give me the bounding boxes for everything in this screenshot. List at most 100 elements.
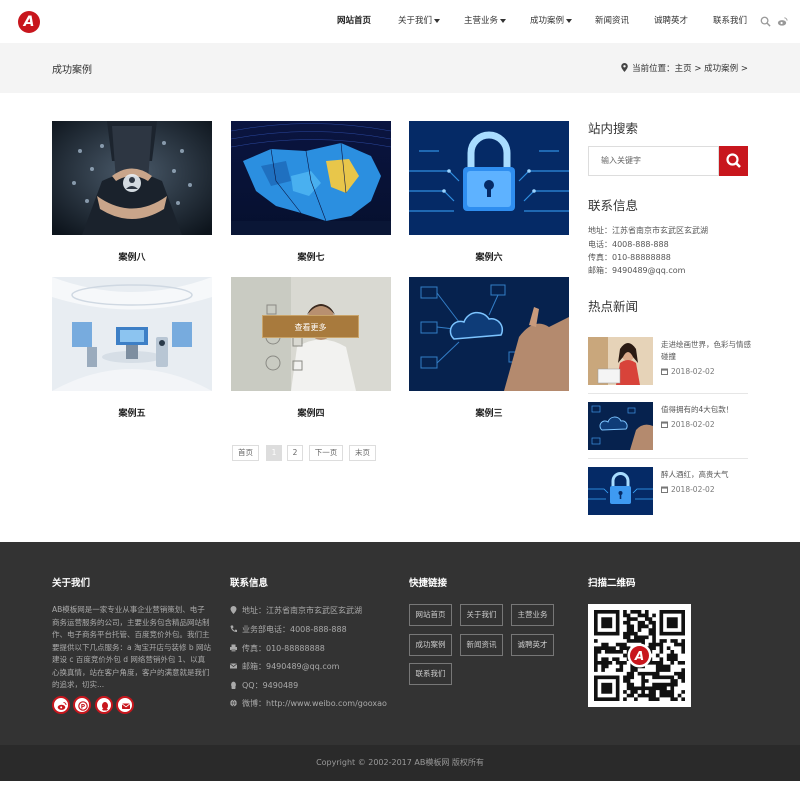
case-card[interactable]: 案例三 [409, 277, 569, 419]
news-thumbnail[interactable] [588, 402, 653, 450]
news-title[interactable]: 值得拥有的4大包款！ [661, 404, 751, 416]
search-input[interactable]: 输入关键字 [588, 146, 719, 176]
calendar-icon [661, 368, 668, 375]
site-header: A 网站首页 关于我们 主营业务 成功案例 新闻资讯 诚聘英才 联系我们 [0, 0, 800, 43]
chevron-down-icon [434, 18, 441, 23]
case-title[interactable]: 案例三 [409, 406, 569, 419]
search-icon[interactable] [760, 16, 771, 27]
case-card[interactable]: 案例五 [52, 277, 212, 419]
quick-link-business[interactable]: 主营业务 [511, 604, 554, 626]
case-image-business-hands[interactable] [52, 121, 212, 235]
nav-label: 成功案例 [530, 16, 565, 26]
case-image-man-icons[interactable]: 查看更多 [231, 277, 391, 391]
logo[interactable]: A [18, 11, 40, 33]
case-image-digital-padlock[interactable] [409, 121, 569, 235]
qq-icon[interactable] [95, 696, 113, 714]
nav-cases[interactable]: 成功案例 [530, 0, 573, 43]
footer-about-heading: 关于我们 [52, 578, 91, 589]
nav-jobs[interactable]: 诚聘英才 [654, 0, 688, 43]
nav-about[interactable]: 关于我们 [398, 0, 441, 43]
pager-page-1[interactable]: 1 [266, 445, 282, 461]
pager-page-2[interactable]: 2 [287, 445, 303, 461]
case-title[interactable]: 案例八 [52, 250, 212, 263]
news-item[interactable]: 值得拥有的4大包款！ 2018-02-02 [588, 402, 748, 450]
case-title[interactable]: 案例五 [52, 406, 212, 419]
pager-first[interactable]: 首页 [232, 445, 259, 461]
weibo-icon[interactable] [777, 16, 788, 27]
quick-link-contact[interactable]: 联系我们 [409, 663, 452, 685]
quick-link-news[interactable]: 新闻资讯 [460, 634, 503, 656]
case-card[interactable]: 案例六 [409, 121, 569, 263]
case-image-cloud-network[interactable] [409, 277, 569, 391]
news-thumbnail[interactable] [588, 467, 653, 515]
case-image-blue-map[interactable] [231, 121, 391, 235]
phone-icon [230, 625, 237, 633]
footer-contact-phone: 业务部电话：4008-888-888 [230, 624, 347, 635]
calendar-icon [661, 486, 668, 493]
pager-next[interactable]: 下一页 [309, 445, 343, 461]
weibo-icon[interactable] [52, 696, 70, 714]
nav-label: 新闻资讯 [595, 16, 630, 26]
contact-text[interactable]: 微博：http://www.weibo.com/gooxao [242, 699, 387, 708]
case-card[interactable]: 案例七 [231, 121, 391, 263]
search-button[interactable] [719, 146, 748, 176]
news-item[interactable]: 走进绘画世界，色彩与情感碰撞 2018-02-02 [588, 337, 751, 385]
breadcrumb: 当前位置：主页 > 成功案例 > [621, 62, 748, 74]
case-card[interactable]: 案例八 [52, 121, 212, 263]
case-card[interactable]: 查看更多 案例四 [231, 277, 391, 419]
case-title[interactable]: 案例七 [231, 250, 391, 263]
nav-label: 联系我们 [713, 16, 748, 26]
news-date: 2018-02-02 [661, 420, 715, 429]
location-pin-icon [621, 63, 628, 72]
nav-home[interactable]: 网站首页 [337, 0, 371, 43]
qr-code: A [588, 604, 691, 707]
footer-contact-address: 地址：江苏省南京市玄武区玄武湖 [230, 605, 362, 616]
news-title[interactable]: 走进绘画世界，色彩与情感碰撞 [661, 339, 751, 363]
case-title[interactable]: 案例四 [231, 406, 391, 419]
nav-news[interactable]: 新闻资讯 [595, 0, 629, 43]
alipay-icon[interactable]: P [73, 696, 91, 714]
pager-last[interactable]: 末页 [349, 445, 376, 461]
svg-text:P: P [81, 703, 86, 710]
location-label: 当前位置： [632, 64, 675, 74]
contact-email: 邮箱：9490489@qq.com [588, 266, 686, 275]
news-date-text: 2018-02-02 [671, 485, 715, 494]
case-image-futuristic-room[interactable] [52, 277, 212, 391]
contact-text: 业务部电话：4008-888-888 [242, 625, 347, 634]
qr-logo-letter: A [634, 649, 644, 663]
nav-contact[interactable]: 联系我们 [713, 0, 747, 43]
news-item[interactable]: 醉人酒红，高贵大气 2018-02-02 [588, 467, 748, 515]
view-more-button[interactable]: 查看更多 [262, 315, 359, 338]
quick-link-home[interactable]: 网站首页 [409, 604, 452, 626]
nav-label: 关于我们 [398, 16, 433, 26]
news-thumbnail[interactable] [588, 337, 653, 385]
page-title: 成功案例 [52, 65, 92, 76]
footer-contact-weibo: 微博：http://www.weibo.com/gooxao [230, 698, 387, 709]
breadcrumb-links[interactable]: 主页 > 成功案例 > [675, 64, 748, 74]
chevron-down-icon [500, 18, 507, 23]
news-title[interactable]: 醉人酒红，高贵大气 [661, 469, 751, 481]
location-icon [230, 606, 237, 614]
footer-contact-qq: QQ：9490489 [230, 680, 298, 691]
chevron-down-icon [566, 18, 573, 23]
email-icon[interactable] [116, 696, 134, 714]
footer-links-heading: 快捷链接 [409, 578, 448, 589]
contact-text: 传真：010-88888888 [242, 644, 325, 653]
quick-link-about[interactable]: 关于我们 [460, 604, 503, 626]
contact-text: QQ：9490489 [242, 681, 299, 690]
page-banner: 成功案例 当前位置：主页 > 成功案例 > [0, 43, 800, 93]
quick-link-cases[interactable]: 成功案例 [409, 634, 452, 656]
globe-icon [230, 699, 237, 707]
nav-business[interactable]: 主营业务 [464, 0, 507, 43]
news-date: 2018-02-02 [661, 485, 715, 494]
quick-link-jobs[interactable]: 诚聘英才 [511, 634, 554, 656]
case-title[interactable]: 案例六 [409, 250, 569, 263]
contact-fax: 传真：010-88888888 [588, 253, 671, 262]
contact-phone: 电话：4008-888-888 [588, 240, 669, 249]
contact-address: 地址：江苏省南京市玄武区玄武湖 [588, 226, 708, 235]
divider [588, 458, 748, 459]
copyright: Copyright © 2002-2017 AB模板网 版权所有 [0, 745, 800, 781]
search-heading: 站内搜索 [588, 121, 639, 136]
print-icon [230, 644, 237, 652]
news-date-text: 2018-02-02 [671, 367, 715, 376]
